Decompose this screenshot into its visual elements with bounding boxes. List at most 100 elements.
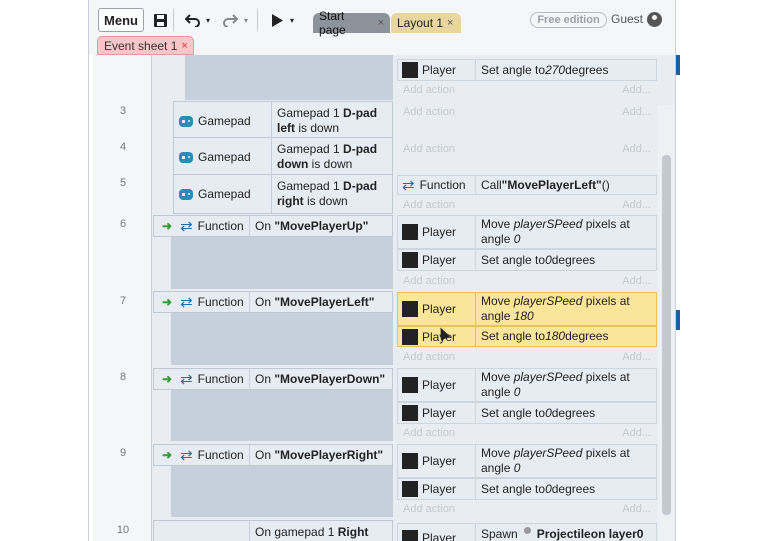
condition-block bbox=[185, 55, 393, 100]
text: on layer bbox=[590, 527, 637, 541]
add-more-link[interactable]: Add... bbox=[622, 427, 651, 439]
close-icon[interactable]: × bbox=[447, 17, 453, 29]
close-icon[interactable]: × bbox=[378, 17, 384, 29]
add-action-link[interactable]: Add action bbox=[403, 275, 455, 287]
add-more-link[interactable]: Add... bbox=[622, 199, 651, 211]
action-row[interactable]: Player Set angle to 0 degrees bbox=[397, 478, 657, 500]
add-action-row[interactable]: Add action Add... bbox=[397, 424, 657, 441]
object-name: Function bbox=[197, 372, 244, 386]
vertical-scrollbar[interactable] bbox=[658, 105, 675, 541]
condition-gamepad-down[interactable]: Gamepad Gamepad 1 D-pad down is down bbox=[173, 137, 393, 177]
undo-dropdown-icon[interactable]: ▾ bbox=[203, 9, 213, 31]
add-action-link[interactable]: Add action bbox=[403, 351, 455, 363]
add-more-link[interactable]: Add... bbox=[622, 351, 651, 363]
condition-text: On "MovePlayerLeft" bbox=[250, 295, 374, 310]
add-action-link[interactable]: Add action bbox=[403, 199, 455, 211]
angle-value: 0 bbox=[513, 232, 521, 246]
scrollbar-thumb[interactable] bbox=[662, 155, 671, 515]
function-icon: ⇄ bbox=[180, 371, 193, 388]
condition-function-on[interactable]: ➜ ⇄ Function On "MovePlayerDown" bbox=[153, 368, 393, 390]
sprite-icon bbox=[402, 530, 418, 541]
action-row[interactable]: Player Set angle to 270 degrees bbox=[397, 59, 657, 81]
condition-text: Gamepad 1 D-pad down is down bbox=[272, 142, 377, 172]
text: pixels at bbox=[582, 294, 630, 308]
gamepad-icon bbox=[179, 115, 193, 127]
action-row-selected[interactable]: Player Move playerSPeed pixels at angle 1… bbox=[397, 292, 657, 326]
text: degrees bbox=[551, 405, 596, 420]
condition-function-on[interactable]: ➜ ⇄ Function On "MovePlayerRight" bbox=[153, 444, 393, 466]
tab-start-page[interactable]: Start page × bbox=[313, 9, 390, 37]
add-action-row[interactable]: Add action Add... bbox=[397, 272, 657, 289]
action-row[interactable]: Player Set angle to 0 degrees bbox=[397, 249, 657, 271]
text: D-pad bbox=[343, 179, 378, 193]
condition-gamepad-right[interactable]: Gamepad Gamepad 1 D-pad right is down bbox=[173, 174, 393, 214]
condition-gamepad-left[interactable]: Gamepad Gamepad 1 D-pad left is down bbox=[173, 101, 393, 141]
condition-gamepad-button[interactable]: On gamepad 1 Right bbox=[153, 520, 393, 541]
object-name: Player bbox=[422, 406, 457, 420]
tab-label: Start page bbox=[319, 9, 346, 37]
condition-function-on[interactable]: ➜ ⇄ Function On "MovePlayerUp" bbox=[153, 215, 393, 237]
action-text: Set angle to 270 degrees bbox=[476, 60, 656, 80]
add-action-link[interactable]: Add action bbox=[403, 84, 455, 96]
save-icon[interactable] bbox=[151, 9, 169, 31]
action-object: Player bbox=[398, 445, 476, 477]
function-icon: ⇄ bbox=[180, 218, 193, 235]
action-row[interactable]: Player Move playerSPeed pixels at angle 0 bbox=[397, 215, 657, 249]
function-name: "MovePlayerRight" bbox=[274, 447, 384, 462]
menu-button[interactable]: Menu bbox=[98, 8, 144, 32]
add-action-row[interactable]: Add action Add... bbox=[397, 500, 657, 517]
tab-label: Layout 1 bbox=[397, 16, 444, 30]
action-text: Set angle to 0 degrees bbox=[476, 479, 656, 499]
text: degrees bbox=[565, 329, 609, 343]
event-number: 9 bbox=[119, 447, 127, 459]
redo-dropdown-icon[interactable]: ▾ bbox=[241, 9, 251, 31]
redo-icon[interactable] bbox=[220, 9, 240, 31]
add-action-link[interactable]: Add action bbox=[403, 503, 455, 515]
tab-layout-1[interactable]: Layout 1 × bbox=[391, 13, 461, 33]
text: Gamepad 1 bbox=[277, 106, 344, 120]
action-text: Call "MovePlayerLeft" () bbox=[476, 176, 656, 194]
user-label[interactable]: Guest bbox=[611, 12, 643, 26]
action-text: Move playerSPeed pixels at angle 180 bbox=[476, 293, 656, 325]
close-icon[interactable]: × bbox=[181, 40, 187, 52]
action-object: Player bbox=[398, 216, 476, 248]
play-dropdown-icon[interactable]: ▾ bbox=[287, 9, 297, 31]
object-name: Function bbox=[197, 219, 244, 233]
add-more-link[interactable]: Add... bbox=[622, 503, 651, 515]
action-row[interactable]: ⇄ Function Call "MovePlayerLeft" () bbox=[397, 175, 657, 195]
condition-object: ➜ ⇄ Function bbox=[154, 216, 250, 236]
action-row[interactable]: Player Spawn Projectile on layer 0 bbox=[397, 523, 657, 541]
gamepad-icon bbox=[179, 151, 193, 163]
action-row[interactable]: Player Set angle to 0 degrees bbox=[397, 402, 657, 424]
text: angle bbox=[481, 385, 514, 399]
add-action-link[interactable]: Add action bbox=[403, 106, 455, 118]
action-text: Move playerSPeed pixels at angle 0 bbox=[476, 216, 656, 248]
action-object: Player bbox=[398, 479, 476, 499]
action-row[interactable]: Player Move playerSPeed pixels at angle 0 bbox=[397, 444, 657, 478]
add-action-link[interactable]: Add action bbox=[403, 427, 455, 439]
add-action-row[interactable]: Add action Add... bbox=[397, 81, 657, 98]
condition-function-on[interactable]: ➜ ⇄ Function On "MovePlayerLeft" bbox=[153, 291, 393, 313]
add-more-link[interactable]: Add... bbox=[622, 106, 651, 118]
add-action-row[interactable]: Add action Add... bbox=[397, 140, 657, 157]
action-object: Player bbox=[398, 524, 476, 541]
text: is down bbox=[295, 121, 340, 135]
add-more-link[interactable]: Add... bbox=[622, 275, 651, 287]
add-action-link[interactable]: Add action bbox=[403, 143, 455, 155]
add-action-row[interactable]: Add action Add... bbox=[397, 348, 657, 365]
text: () bbox=[601, 177, 610, 192]
add-action-row[interactable]: Add action Add... bbox=[397, 196, 657, 213]
free-edition-button[interactable]: Free edition bbox=[530, 12, 607, 28]
add-more-link[interactable]: Add... bbox=[622, 143, 651, 155]
tab-event-sheet-1[interactable]: Event sheet 1 × bbox=[97, 36, 194, 55]
play-icon[interactable] bbox=[269, 9, 285, 31]
action-row[interactable]: Player Move playerSPeed pixels at angle 0 bbox=[397, 368, 657, 402]
user-icon[interactable] bbox=[647, 12, 662, 27]
text: On bbox=[255, 371, 275, 386]
condition-object: ➜ ⇄ Function bbox=[154, 369, 250, 389]
condition-block bbox=[171, 312, 393, 365]
undo-icon[interactable] bbox=[183, 9, 203, 31]
add-action-row[interactable]: Add action Add... bbox=[397, 103, 657, 120]
text: right bbox=[277, 194, 304, 208]
add-more-link[interactable]: Add... bbox=[622, 84, 651, 96]
